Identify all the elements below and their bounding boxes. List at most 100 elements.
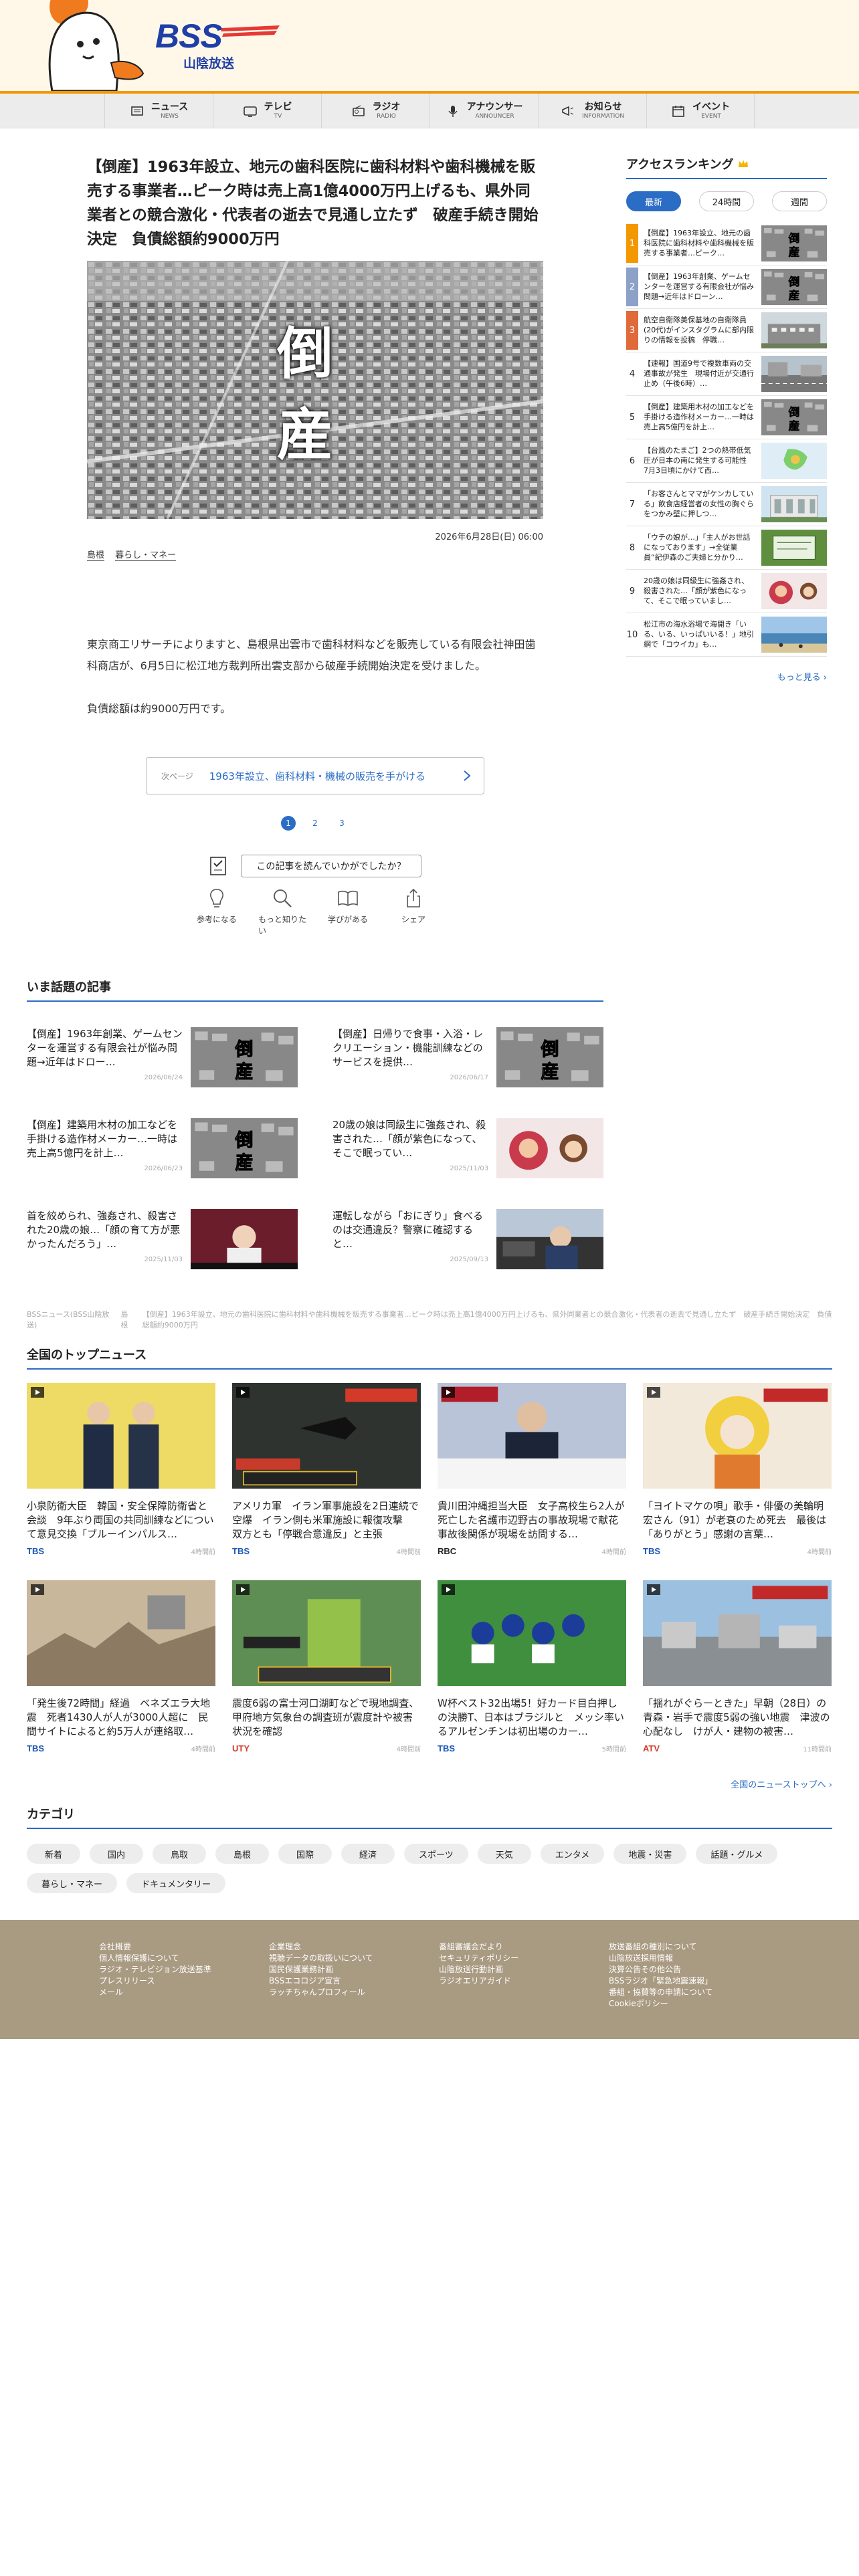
footer-link[interactable]: プレスリリース [99,1975,269,1987]
footer-link[interactable]: 企業理念 [269,1941,439,1953]
footer-link[interactable]: 決算公告その他公告 [609,1964,779,1975]
category-chip[interactable]: 新着 [27,1844,80,1864]
logo-subtitle: 山陰放送 [183,56,235,71]
category-chip[interactable]: 鳥取 [153,1844,206,1864]
footer-link[interactable]: ラジオ・テレビジョン放送基準 [99,1964,269,1975]
tag-link[interactable]: 暮らし・マネー [115,550,177,561]
ranking-sidebar: アクセスランキング 最新 24時間 週間 1 【倒産】1963年設立、地元の歯科… [626,155,827,936]
article-title: 【倒産】1963年設立、地元の歯科医院に歯科材料や歯科機械を販売する事業者…ピー… [87,158,539,248]
nav-news[interactable]: ニュース NEWS [104,94,213,128]
footer-link[interactable]: BSSエコロジア宣言 [269,1975,439,1987]
news-time: 4時間前 [601,1549,626,1556]
top-news-item[interactable]: 貴川田沖縄担当大臣 女子高校生ら2人が死亡した名護市辺野古の事故現場で献花 事故… [438,1383,626,1556]
rank-title: 【倒産】1963年創業、ゲームセンターを運営する有限会社が悩み問題→近年はドロー… [644,272,754,301]
svg-text:倒: 倒 [234,1039,253,1060]
tab-weekly[interactable]: 週間 [772,191,827,211]
trending-title: 【倒産】1963年創業、ゲームセンターを運営する有限会社が悩み問題→近年はドロー… [27,1028,183,1068]
top-news-item[interactable]: 小泉防衛大臣 韓国・安全保障防衛省と会談 9年ぶり両国の共同訓練などについて意見… [27,1383,215,1556]
ranking-item[interactable]: 5 【倒産】建築用木材の加工などを手掛ける造作材メーカー…一時は売上高5億円を計… [626,396,827,439]
category-chip[interactable]: 暮らし・マネー [27,1873,118,1893]
footer-link[interactable]: 山陰放送行動計画 [439,1964,609,1975]
category-chip[interactable]: 話題・グルメ [696,1844,778,1864]
trending-item[interactable]: 【倒産】日帰りで食事・入浴・レクリエーション・機能訓練などのサービスを提供… 20… [332,1027,603,1087]
trending-text: 【倒産】日帰りで食事・入浴・レクリエーション・機能訓練などのサービスを提供… 20… [332,1027,488,1087]
category-chip[interactable]: 地震・災害 [613,1844,687,1864]
top-news-more-link[interactable]: 全国のニューストップへ › [27,1778,832,1790]
trending-item[interactable]: 首を絞められ、強姦され、殺害された20歳の娘…「顔の育て方が悪かったんだろう」…… [27,1209,298,1269]
learned-button[interactable]: 学びがある [324,887,372,936]
category-chip[interactable]: スポーツ [404,1844,468,1864]
breadcrumb-item[interactable]: 島根 [120,1309,134,1331]
ranking-item[interactable]: 3 航空自衛隊美保基地の自衛隊員(20代)がインスタグラムに部内限りの情報を投稿… [626,309,827,352]
ranking-item[interactable]: 8 「ウチの娘が…」「主人がお世話になっております」→全従業員“紀伊森のご夫婦と… [626,526,827,570]
news-time: 4時間前 [191,1746,215,1753]
svg-text:産: 産 [541,1061,559,1082]
page-number[interactable]: 1 [281,816,296,831]
top-news-item[interactable]: 震度6弱の富士河口湖町などで現地調査、甲府地方気象台の調査班が震度計や被害状況を… [232,1580,421,1753]
footer-link[interactable]: 番組審議会だより [439,1941,609,1953]
category-chip[interactable]: 天気 [477,1844,531,1864]
bss-logo[interactable]: BSS 山陰放送 [155,19,282,79]
trending-title: 20歳の娘は同級生に強姦され、殺害された…「顔が紫色になって、そこで眠ってい… [332,1119,486,1159]
ranking-item[interactable]: 2 【倒産】1963年創業、ゲームセンターを運営する有限会社が悩み問題→近年はド… [626,265,827,309]
footer-link[interactable]: ラジオエリアガイド [439,1975,609,1987]
top-news-item[interactable]: 「発生後72時間」経過 ベネズエラ大地震 死者1430人が人が3000人超に 民… [27,1580,215,1753]
nav-announcer[interactable]: アナウンサー ANNOUNCER [430,94,538,128]
category-chip[interactable]: 経済 [341,1844,395,1864]
tag-link[interactable]: 島根 [87,550,105,561]
footer-link[interactable]: ラッチちゃんプロフィール [269,1987,439,1998]
share-button[interactable]: シェア [389,887,438,936]
nav-tv[interactable]: テレビ TV [213,94,321,128]
top-news-meta: TBS 4時間前 [232,1546,421,1556]
svg-text:産: 産 [789,288,800,302]
want-more-button[interactable]: もっと知りたい [258,887,306,936]
footer-link[interactable]: 会社概要 [99,1941,269,1953]
category-chip[interactable]: エンタメ [540,1844,605,1864]
footer-link[interactable]: 番組・協賛等の申請について [609,1987,779,1998]
category-chip[interactable]: 国際 [278,1844,332,1864]
thumbnail-image [643,1580,832,1686]
trending-item[interactable]: 20歳の娘は同級生に強姦され、殺害された…「顔が紫色になって、そこで眠ってい… 2… [332,1118,603,1178]
category-chip[interactable]: 島根 [215,1844,269,1864]
footer-link[interactable]: メール [99,1987,269,1998]
footer-link[interactable]: BSSラジオ「緊急地震速報」 [609,1975,779,1987]
trending-text: 【倒産】建築用木材の加工などを手掛ける造作材メーカー…一時は売上高5億円を計上…… [27,1118,183,1178]
helpful-button[interactable]: 参考になる [193,887,241,936]
top-news-item[interactable]: 「揺れがぐらーときた」早朝（28日）の青森・岩手で震度5弱の強い地震 津波の心配… [643,1580,832,1753]
ranking-item[interactable]: 7 「お客さんとママがケンカしている」飲食店経営者の女性の胸ぐらをつかみ壁に押し… [626,483,827,526]
feedback-button-label: 参考になる [196,915,237,924]
footer-link[interactable]: 国民保護業務計画 [269,1964,439,1975]
footer-link[interactable]: Cookieポリシー [609,1998,779,2010]
top-news-item[interactable]: アメリカ軍 イラン軍事施設を2日連続で空爆 イラン側も米軍施設に報復攻撃 双方と… [232,1383,421,1556]
ranking-more-link[interactable]: もっと見る › [626,670,827,683]
tab-latest[interactable]: 最新 [626,191,681,211]
footer-link[interactable]: 放送番組の種別について [609,1941,779,1953]
category-chip[interactable]: ドキュメンタリー [126,1873,226,1893]
footer-link[interactable]: セキュリティポリシー [439,1953,609,1964]
footer-link[interactable]: 山陰放送採用情報 [609,1953,779,1964]
breadcrumb-item[interactable]: BSSニュース(BSS山陰放送) [27,1309,112,1331]
next-page-link[interactable]: 次ページ 1963年設立、歯科材料・機械の販売を手がける [146,757,484,794]
trending-item[interactable]: 【倒産】1963年創業、ゲームセンターを運営する有限会社が悩み問題→近年はドロー… [27,1027,298,1087]
nav-radio[interactable]: ラジオ RADIO [321,94,430,128]
top-news-item[interactable]: W杯ベスト32出場5！好カード目白押しの決勝T、日本はブラジルと メッシ率いるア… [438,1580,626,1753]
footer-link[interactable]: 個人情報保護について [99,1953,269,1964]
nav-sublabel: RADIO [377,113,396,120]
footer-link[interactable]: 視聴データの取扱いについて [269,1953,439,1964]
nav-event[interactable]: イベント EVENT [646,94,755,128]
category-chip[interactable]: 国内 [90,1844,143,1864]
mascot-logo[interactable] [39,0,146,91]
ranking-item[interactable]: 6 【台風のたまご】2つの熱帯低気圧が日本の南に発生する可能性 7月3日頃にかけ… [626,439,827,483]
tab-24h[interactable]: 24時間 [699,191,754,211]
top-news-item[interactable]: 「ヨイトマケの唄」歌手・俳優の美輪明宏さん（91）が老衰のため死去 最後は「あり… [643,1383,832,1556]
trending-item[interactable]: 運転しながら「おにぎり」食べるのは交通違反？警察に確認すると… 2025/09/1… [332,1209,603,1269]
ranking-item[interactable]: 9 20歳の娘は同級生に強姦され、殺害された…「顔が紫色になって、そこで眠ってい… [626,570,827,613]
ranking-item[interactable]: 1 【倒産】1963年設立、地元の歯科医院に歯科材料や歯科機械を販売する事業者…… [626,222,827,265]
trending-item[interactable]: 【倒産】建築用木材の加工などを手掛ける造作材メーカー…一時は売上高5億円を計上…… [27,1118,298,1178]
ranking-item[interactable]: 10 松江市の海水浴場で海開き「いる、いる、いっぱいいる！」地引網で「コウイカ」… [626,613,827,657]
page-number[interactable]: 3 [335,816,349,831]
page-number[interactable]: 2 [308,816,322,831]
nav-information[interactable]: お知らせ INFORMATION [538,94,646,128]
thumbnail-image [761,530,827,566]
ranking-item[interactable]: 4 【速報】国道9号で複数車両の交通事故が発生 現場付近が交通行止め（午後6時）… [626,352,827,396]
